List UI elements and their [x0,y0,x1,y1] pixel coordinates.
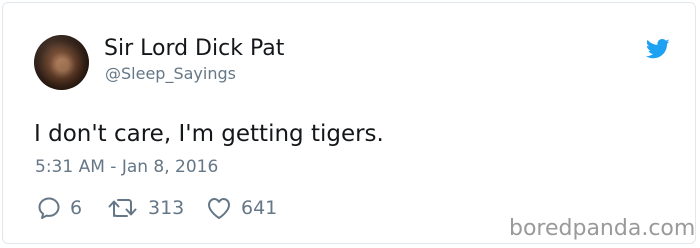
reply-button[interactable]: 6 [36,195,82,221]
retweet-icon [108,199,137,217]
tweet-card: Sir Lord Dick Pat @Sleep_Sayings I don't… [2,2,696,244]
watermark: boredpanda.com [509,216,696,241]
avatar[interactable] [34,35,89,90]
tweet-text: I don't care, I'm getting tigers. [34,121,384,147]
author-handle[interactable]: @Sleep_Sayings [105,64,236,84]
like-count: 641 [241,197,278,219]
reply-icon [38,197,60,219]
twitter-bird-icon[interactable] [646,39,670,59]
reply-count: 6 [70,197,83,219]
like-button[interactable]: 641 [205,195,277,221]
retweet-count: 313 [148,197,185,219]
retweet-button[interactable]: 313 [106,195,184,221]
tweet-timestamp[interactable]: 5:31 AM - Jan 8, 2016 [35,155,218,179]
heart-icon [208,198,230,219]
avatar-photo [34,35,89,90]
author-display-name[interactable]: Sir Lord Dick Pat [104,35,284,63]
